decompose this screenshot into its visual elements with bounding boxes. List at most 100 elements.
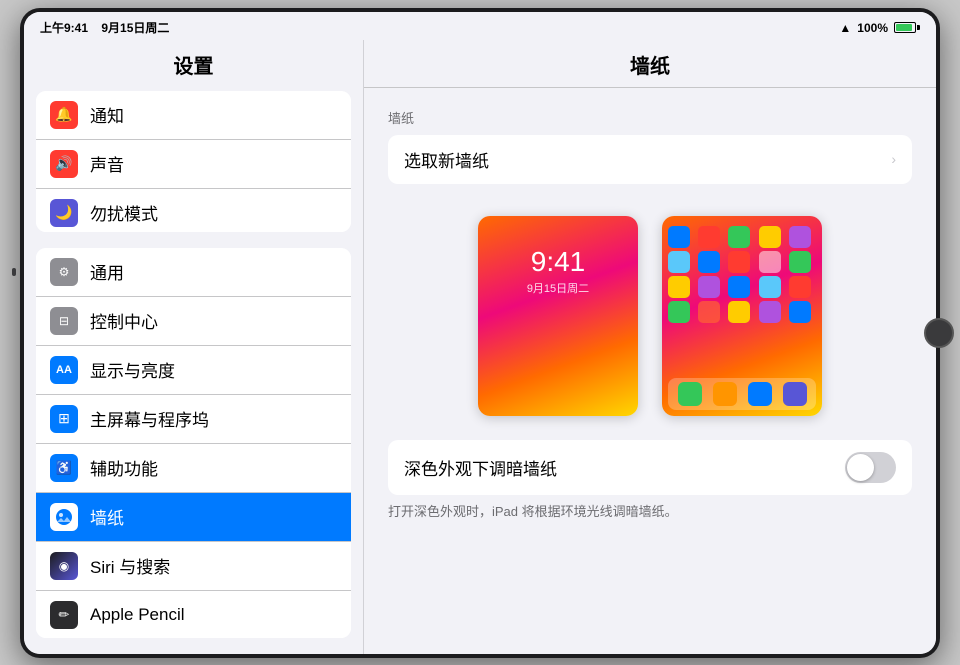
dark-mode-row: 深色外观下调暗墙纸	[388, 440, 912, 495]
dark-mode-helper: 打开深色外观时，iPad 将根据环境光线调暗墙纸。	[388, 503, 912, 521]
sidebar-title: 设置	[24, 40, 363, 91]
display-icon: AA	[50, 356, 78, 384]
home-dock	[668, 378, 816, 410]
home-screen-preview	[662, 216, 822, 416]
home-button[interactable]	[924, 318, 954, 348]
app-icon-6	[668, 251, 690, 273]
lock-screen-preview: 9:41 9月15日周二	[478, 216, 638, 416]
wallpaper-svg	[55, 508, 73, 526]
homescreen-label: 主屏幕与程序坞	[90, 406, 209, 431]
sidebar-item-homescreen[interactable]: ⊞ 主屏幕与程序坞	[36, 395, 351, 444]
app-icon-11	[668, 276, 690, 298]
ipad-frame: 上午9:41 9月15日周二 ▲ 100% 设置	[20, 8, 940, 658]
app-icon-8	[728, 251, 750, 273]
app-icon-14	[759, 276, 781, 298]
dnd-label: 勿扰模式	[90, 200, 158, 225]
lock-screen-time: 9:41	[531, 246, 586, 278]
sidebar-group-1: 🔔 通知 🔊 声音 🌙 勿扰模式 ⏳ 屏幕使用时间	[36, 91, 351, 232]
battery-fill	[896, 24, 912, 31]
general-label: 通用	[90, 259, 124, 284]
app-icon-12	[698, 276, 720, 298]
app-icon-19	[759, 301, 781, 323]
sidebar: 设置 🔔 通知 🔊 声音 🌙 勿扰模式	[24, 40, 364, 654]
select-wallpaper-label: 选取新墙纸	[404, 147, 489, 172]
dark-mode-label: 深色外观下调暗墙纸	[404, 455, 557, 480]
battery-tip	[917, 25, 920, 30]
home-screen-thumb[interactable]	[662, 216, 822, 416]
display-label: 显示与亮度	[90, 357, 175, 382]
wifi-icon: ▲	[839, 21, 851, 35]
sidebar-item-control[interactable]: ⊟ 控制中心	[36, 297, 351, 346]
pencil-icon: ✏	[50, 601, 78, 629]
app-icon-10	[789, 251, 811, 273]
app-icon-4	[759, 226, 781, 248]
chevron-right-icon: ›	[891, 151, 896, 167]
app-icon-5	[789, 226, 811, 248]
right-panel: 墙纸 墙纸 选取新墙纸 › 9:41	[364, 40, 936, 654]
notification-icon: 🔔	[50, 101, 78, 129]
section-label: 墙纸	[388, 108, 912, 127]
app-icon-7	[698, 251, 720, 273]
dock-icon-4	[783, 382, 807, 406]
sidebar-item-general[interactable]: ⚙ 通用	[36, 248, 351, 297]
select-wallpaper-row[interactable]: 选取新墙纸 ›	[388, 135, 912, 184]
app-icon-3	[728, 226, 750, 248]
lock-screen-date: 9月15日周二	[527, 280, 589, 296]
status-date: 9月15日周二	[101, 21, 169, 35]
sidebar-item-dnd[interactable]: 🌙 勿扰模式	[36, 189, 351, 232]
lock-screen-thumb[interactable]: 9:41 9月15日周二	[478, 216, 638, 416]
wallpaper-icon	[50, 503, 78, 531]
panel-content: 墙纸 选取新墙纸 › 9:41 9月15日周二	[364, 88, 936, 541]
dnd-icon: 🌙	[50, 199, 78, 227]
app-icon-9	[759, 251, 781, 273]
control-icon: ⊟	[50, 307, 78, 335]
sidebar-item-pencil[interactable]: ✏ Apple Pencil	[36, 591, 351, 638]
dark-mode-toggle[interactable]	[845, 452, 896, 483]
sidebar-item-notification[interactable]: 🔔 通知	[36, 91, 351, 140]
status-indicators: ▲ 100%	[839, 21, 920, 35]
siri-label: Siri 与搜索	[90, 553, 170, 578]
select-wallpaper-group: 选取新墙纸 ›	[388, 135, 912, 184]
status-time-date: 上午9:41 9月15日周二	[40, 19, 169, 36]
control-label: 控制中心	[90, 308, 158, 333]
home-icons-grid	[668, 226, 816, 323]
status-time: 上午9:41	[40, 21, 88, 35]
sidebar-item-accessibility[interactable]: ♿ 辅助功能	[36, 444, 351, 493]
sidebar-item-siri[interactable]: ◉ Siri 与搜索	[36, 542, 351, 591]
dock-icon-1	[678, 382, 702, 406]
pencil-label: Apple Pencil	[90, 605, 185, 625]
app-icon-17	[698, 301, 720, 323]
accessibility-label: 辅助功能	[90, 455, 158, 480]
general-icon: ⚙	[50, 258, 78, 286]
sidebar-item-wallpaper[interactable]: 墙纸	[36, 493, 351, 542]
battery-body	[894, 22, 916, 33]
accessibility-icon: ♿	[50, 454, 78, 482]
sound-label: 声音	[90, 151, 124, 176]
app-icon-16	[668, 301, 690, 323]
app-icon-15	[789, 276, 811, 298]
app-icon-2	[698, 226, 720, 248]
main-content: 设置 🔔 通知 🔊 声音 🌙 勿扰模式	[24, 40, 936, 654]
dock-icon-3	[748, 382, 772, 406]
app-icon-18	[728, 301, 750, 323]
battery-percent: 100%	[857, 21, 888, 35]
panel-title: 墙纸	[364, 40, 936, 88]
homescreen-icon: ⊞	[50, 405, 78, 433]
dock-icon-2	[713, 382, 737, 406]
status-bar: 上午9:41 9月15日周二 ▲ 100%	[24, 12, 936, 40]
wallpaper-previews: 9:41 9月15日周二	[388, 200, 912, 440]
sound-icon: 🔊	[50, 150, 78, 178]
app-icon-13	[728, 276, 750, 298]
sidebar-item-sound[interactable]: 🔊 声音	[36, 140, 351, 189]
wallpaper-label: 墙纸	[90, 504, 124, 529]
ipad-screen: 上午9:41 9月15日周二 ▲ 100% 设置	[24, 12, 936, 654]
volume-button	[12, 268, 16, 276]
siri-icon: ◉	[50, 552, 78, 580]
toggle-thumb	[847, 454, 874, 481]
notification-label: 通知	[90, 102, 124, 127]
sidebar-item-display[interactable]: AA 显示与亮度	[36, 346, 351, 395]
sidebar-group-2: ⚙ 通用 ⊟ 控制中心 AA 显示与亮度 ⊞ 主屏幕与程序坞	[36, 248, 351, 638]
app-icon-1	[668, 226, 690, 248]
app-icon-20	[789, 301, 811, 323]
battery-icon	[894, 22, 920, 33]
